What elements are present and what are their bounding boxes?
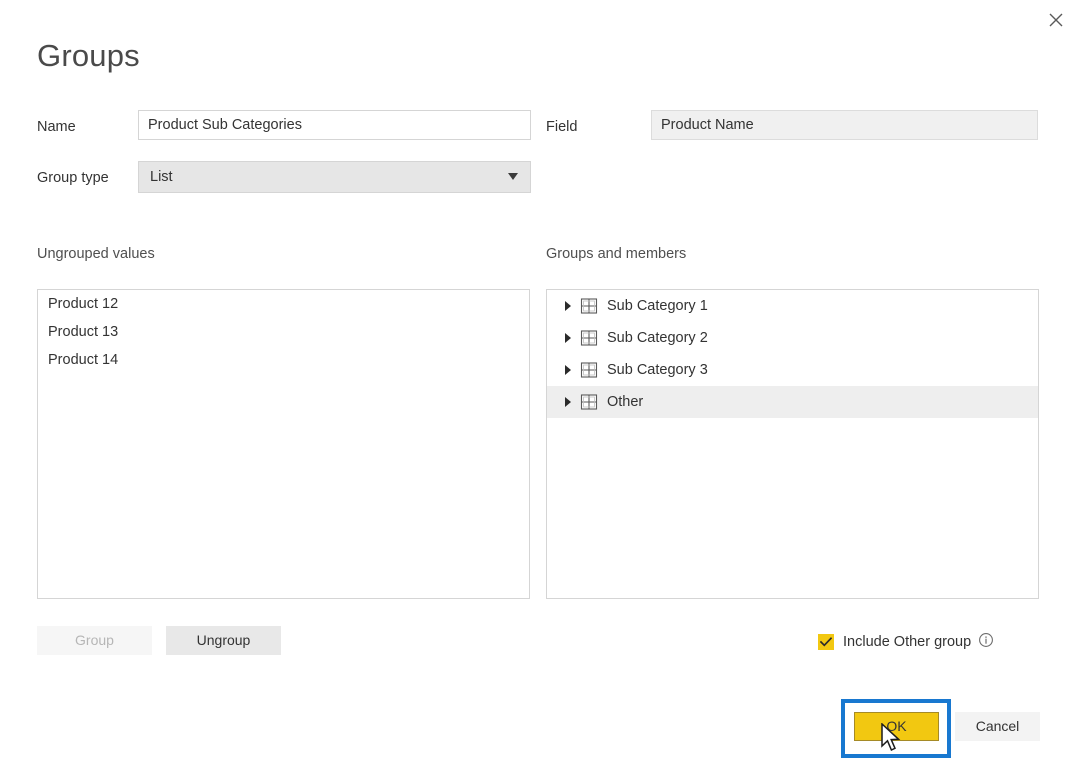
table-grid-icon-wrap	[580, 362, 607, 378]
field-label: Field	[546, 119, 578, 135]
table-grid-icon-wrap	[580, 394, 607, 410]
ok-button[interactable]: OK	[854, 712, 939, 741]
caret-right-icon[interactable]	[565, 397, 571, 407]
caret-right-icon[interactable]	[565, 333, 571, 343]
include-other-group-label: Include Other group	[843, 634, 972, 650]
name-input[interactable]	[138, 110, 531, 140]
groups-and-members-list[interactable]: Sub Category 1 Sub Category 2 Sub Category…	[546, 289, 1039, 599]
group-type-select[interactable]: List	[138, 161, 531, 193]
table-grid-icon	[580, 298, 598, 314]
tree-item[interactable]: Sub Category 3	[547, 354, 1038, 386]
caret-right-icon[interactable]	[565, 301, 571, 311]
group-type-label: Group type	[37, 170, 109, 186]
checkmark-icon	[820, 637, 832, 647]
info-circle-icon[interactable]	[978, 632, 994, 648]
ungroup-button[interactable]: Ungroup	[166, 626, 281, 655]
tree-item[interactable]: Other	[547, 386, 1038, 418]
close-glyph	[1049, 13, 1063, 27]
list-item[interactable]: Product 13	[38, 318, 529, 346]
table-grid-icon	[580, 330, 598, 346]
chevron-down-icon	[508, 173, 518, 180]
ungrouped-values-header: Ungrouped values	[37, 246, 155, 262]
tree-item-label: Sub Category 2	[607, 330, 708, 346]
tree-item[interactable]: Sub Category 2	[547, 322, 1038, 354]
tree-item[interactable]: Sub Category 1	[547, 290, 1038, 322]
groups-and-members-header: Groups and members	[546, 246, 687, 262]
group-button[interactable]: Group	[37, 626, 152, 655]
tree-item-label: Sub Category 1	[607, 298, 708, 314]
name-label: Name	[37, 119, 76, 135]
group-type-value: List	[150, 169, 173, 185]
checkbox-box[interactable]	[818, 634, 834, 650]
tree-item-label: Other	[607, 394, 644, 410]
table-grid-icon-wrap	[580, 330, 607, 346]
cancel-button[interactable]: Cancel	[955, 712, 1040, 741]
list-item[interactable]: Product 12	[38, 290, 529, 318]
field-input	[651, 110, 1038, 140]
include-other-group-checkbox[interactable]: Include Other group	[818, 633, 994, 651]
page-title: Groups	[37, 38, 140, 73]
table-grid-icon-wrap	[580, 298, 607, 314]
ungrouped-values-list[interactable]: Product 12 Product 13 Product 14	[37, 289, 530, 599]
table-grid-icon	[580, 394, 598, 410]
close-icon[interactable]	[1040, 4, 1072, 36]
tree-item-label: Sub Category 3	[607, 362, 708, 378]
groups-dialog: Groups Name Field Group type List Ungrou…	[0, 0, 1072, 773]
list-item[interactable]: Product 14	[38, 346, 529, 374]
table-grid-icon	[580, 362, 598, 378]
caret-right-icon[interactable]	[565, 365, 571, 375]
